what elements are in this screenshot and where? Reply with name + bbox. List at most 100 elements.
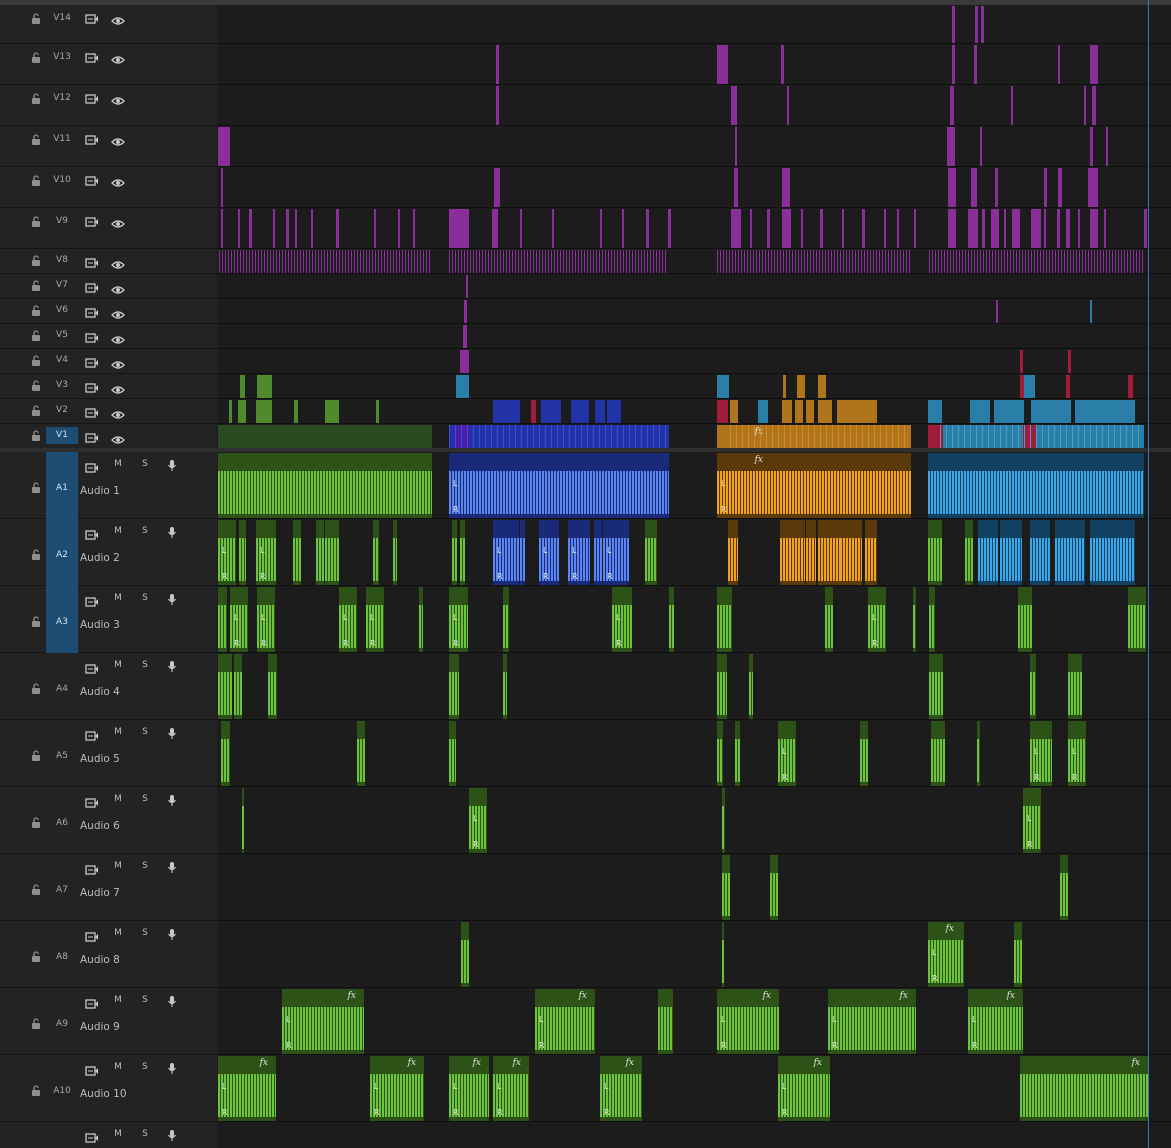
- video-clip[interactable]: [1108, 425, 1109, 448]
- video-clip[interactable]: [1100, 250, 1101, 273]
- video-lane-v6[interactable]: [217, 299, 1171, 324]
- video-clip[interactable]: [509, 250, 510, 273]
- video-clip[interactable]: [257, 375, 272, 398]
- video-clip[interactable]: [626, 250, 627, 273]
- eye-icon[interactable]: [111, 330, 125, 344]
- film-sync-icon[interactable]: [85, 794, 99, 808]
- video-clip[interactable]: [741, 250, 742, 273]
- video-clip[interactable]: [467, 425, 468, 448]
- video-clip[interactable]: [818, 375, 826, 398]
- video-clip[interactable]: [947, 127, 955, 166]
- film-sync-icon[interactable]: [85, 354, 99, 368]
- video-clip[interactable]: [650, 250, 651, 273]
- video-clip[interactable]: [492, 209, 498, 248]
- film-sync-icon[interactable]: [85, 329, 99, 343]
- lock-icon[interactable]: [31, 430, 41, 441]
- video-clip[interactable]: [977, 250, 978, 273]
- lock-icon[interactable]: [31, 549, 41, 560]
- audio-clip[interactable]: [242, 788, 244, 853]
- film-sync-icon[interactable]: [85, 1129, 99, 1143]
- video-lane-v10[interactable]: [217, 167, 1171, 208]
- video-clip[interactable]: [366, 250, 367, 273]
- video-clip[interactable]: [238, 400, 246, 423]
- audio-clip[interactable]: [728, 520, 738, 585]
- video-clip[interactable]: [461, 250, 462, 273]
- audio-clip[interactable]: [1030, 520, 1050, 585]
- video-clip[interactable]: [485, 425, 486, 448]
- video-clip[interactable]: [282, 250, 283, 273]
- video-clip[interactable]: [539, 425, 540, 448]
- video-clip[interactable]: [774, 250, 775, 273]
- video-clip[interactable]: [647, 425, 648, 448]
- audio-clip[interactable]: [393, 520, 397, 585]
- video-clip[interactable]: [974, 250, 975, 273]
- track-target-a8[interactable]: A8: [46, 949, 78, 966]
- video-clip[interactable]: [458, 250, 459, 273]
- lock-icon[interactable]: [31, 884, 41, 895]
- video-clip[interactable]: [423, 250, 424, 273]
- video-clip[interactable]: [884, 209, 886, 248]
- video-clip[interactable]: [659, 425, 660, 448]
- video-clip[interactable]: [852, 250, 853, 273]
- video-clip[interactable]: [554, 250, 555, 273]
- video-clip[interactable]: [264, 250, 265, 273]
- audio-clip[interactable]: [928, 453, 1144, 518]
- lock-icon[interactable]: [31, 330, 41, 341]
- audio-clip[interactable]: LR: [230, 587, 248, 652]
- video-clip[interactable]: [777, 250, 778, 273]
- video-clip[interactable]: [980, 127, 982, 166]
- video-clip[interactable]: [1016, 250, 1017, 273]
- video-clip[interactable]: [950, 86, 954, 125]
- video-clip[interactable]: [994, 425, 995, 448]
- track-target-v12[interactable]: V12: [46, 90, 78, 107]
- lock-icon[interactable]: [31, 93, 41, 104]
- track-target-v5[interactable]: V5: [46, 327, 78, 344]
- video-clip[interactable]: [828, 250, 829, 273]
- film-sync-icon[interactable]: [85, 379, 99, 393]
- video-clip[interactable]: [479, 250, 480, 273]
- video-clip[interactable]: [717, 45, 728, 84]
- video-clip[interactable]: [1007, 250, 1008, 273]
- eye-icon[interactable]: [111, 173, 125, 187]
- video-clip[interactable]: [635, 425, 636, 448]
- video-clip[interactable]: [1127, 250, 1128, 273]
- track-target-a4[interactable]: A4: [46, 681, 78, 698]
- video-clip[interactable]: [482, 250, 483, 273]
- video-clip[interactable]: [726, 250, 727, 273]
- video-clip[interactable]: [1025, 250, 1026, 273]
- video-clip[interactable]: [1088, 250, 1089, 273]
- video-clip[interactable]: [653, 250, 654, 273]
- video-clip[interactable]: [378, 250, 379, 273]
- video-clip[interactable]: [748, 425, 749, 448]
- video-clip[interactable]: [1031, 209, 1041, 248]
- video-clip[interactable]: [1024, 375, 1035, 398]
- video-clip[interactable]: [991, 209, 999, 248]
- video-clip[interactable]: [928, 400, 942, 423]
- video-clip[interactable]: [1094, 250, 1095, 273]
- audio-clip[interactable]: L Rfx: [828, 989, 916, 1054]
- video-clip[interactable]: [1004, 209, 1006, 248]
- video-clip[interactable]: [530, 250, 531, 273]
- video-clip[interactable]: [363, 250, 364, 273]
- audio-lane-a8[interactable]: [217, 921, 1171, 988]
- video-clip[interactable]: [762, 250, 763, 273]
- video-clip[interactable]: [849, 250, 850, 273]
- video-clip[interactable]: [868, 425, 869, 448]
- lock-icon[interactable]: [31, 255, 41, 266]
- audio-clip[interactable]: [218, 587, 227, 652]
- video-clip[interactable]: [754, 425, 755, 448]
- video-clip[interactable]: [1006, 425, 1007, 448]
- video-clip[interactable]: [988, 425, 989, 448]
- video-clip[interactable]: [581, 250, 582, 273]
- audio-clip[interactable]: [928, 520, 942, 585]
- audio-clip[interactable]: [316, 520, 324, 585]
- video-clip[interactable]: [515, 425, 516, 448]
- video-clip[interactable]: [357, 250, 358, 273]
- video-clip[interactable]: [464, 250, 465, 273]
- lock-icon[interactable]: [31, 1085, 41, 1096]
- video-lane-v5[interactable]: [217, 324, 1171, 349]
- audio-clip[interactable]: [965, 520, 973, 585]
- mute-button[interactable]: M: [112, 459, 124, 469]
- audio-clip[interactable]: L Rfx: [600, 1056, 642, 1121]
- video-clip[interactable]: [723, 250, 724, 273]
